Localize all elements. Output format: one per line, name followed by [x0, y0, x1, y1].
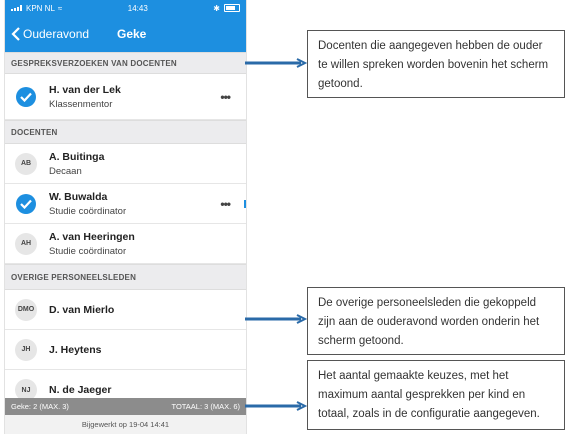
section-header-teachers: DOCENTEN	[5, 120, 246, 144]
avatar: DMO	[15, 298, 37, 321]
list-item[interactable]: AH A. van Heeringen Studie coördinator	[5, 224, 246, 264]
person-name: A. Buitinga	[49, 150, 105, 163]
callout-middle: De overige personeelsleden die gekoppeld…	[307, 287, 565, 355]
person-role: Studie coördinator	[49, 205, 127, 217]
person-name: N. de Jaeger	[49, 384, 112, 396]
carrier-label: KPN NL	[26, 3, 55, 13]
phone-screen: KPN NL ≈ 14:43 ✱ Ouderavond Geke GESPREK…	[4, 0, 247, 434]
arrow-icon	[245, 314, 307, 324]
selection-count-bar: Geke: 2 (MAX. 3) TOTAAL: 3 (MAX. 6)	[5, 398, 246, 415]
person-role: Klassenmentor	[49, 98, 113, 110]
list-item[interactable]: DMO D. van Mierlo	[5, 290, 246, 330]
total-count: TOTAAL: 3 (MAX. 6)	[171, 402, 241, 411]
battery-icon	[224, 4, 240, 12]
section-header-requests: GESPREKSVERZOEKEN VAN DOCENTEN	[5, 52, 246, 74]
scroll-indicator	[244, 200, 246, 208]
back-button[interactable]: Ouderavond	[11, 27, 89, 41]
section-header-other: OVERIGE PERSONEELSLEDEN	[5, 264, 246, 290]
person-name: W. Buwalda	[49, 190, 108, 203]
person-role: Decaan	[49, 165, 82, 177]
wifi-icon: ≈	[57, 3, 63, 13]
more-options-button[interactable]: •••	[220, 90, 231, 104]
chevron-left-icon	[11, 27, 20, 41]
callout-bottom: Het aantal gemaakte keuzes, met het maxi…	[307, 360, 565, 430]
child-count: Geke: 2 (MAX. 3)	[11, 402, 69, 411]
checkmark-icon	[16, 86, 36, 107]
nav-bar: Ouderavond Geke	[5, 16, 246, 52]
arrow-icon	[245, 58, 307, 68]
list-item[interactable]: H. van der Lek Klassenmentor •••	[5, 74, 246, 120]
status-time: 14:43	[127, 3, 148, 13]
person-name: J. Heytens	[49, 343, 102, 356]
last-updated: Bijgewerkt op 19-04 14:41	[5, 415, 246, 434]
back-label: Ouderavond	[23, 27, 90, 41]
page-title: Geke	[117, 27, 147, 41]
person-role: Studie coördinator	[49, 245, 127, 257]
bluetooth-icon: ✱	[213, 3, 220, 13]
callout-top: Docenten die aangegeven hebben de ouder …	[307, 30, 565, 98]
avatar: AB	[15, 152, 37, 175]
list-item[interactable]: AB A. Buitinga Decaan	[5, 144, 246, 184]
avatar: AH	[15, 232, 37, 255]
person-name: H. van der Lek	[49, 83, 121, 96]
status-bar: KPN NL ≈ 14:43 ✱	[5, 0, 246, 16]
list-item[interactable]: W. Buwalda Studie coördinator •••	[5, 184, 246, 224]
signal-icon	[11, 5, 23, 11]
avatar: JH	[15, 338, 37, 361]
arrow-icon	[245, 401, 307, 411]
more-options-button[interactable]: •••	[220, 197, 231, 211]
checkmark-icon	[16, 193, 36, 214]
list-item[interactable]: JH J. Heytens	[5, 330, 246, 370]
person-name: D. van Mierlo	[49, 303, 115, 316]
person-name: A. van Heeringen	[49, 230, 135, 243]
